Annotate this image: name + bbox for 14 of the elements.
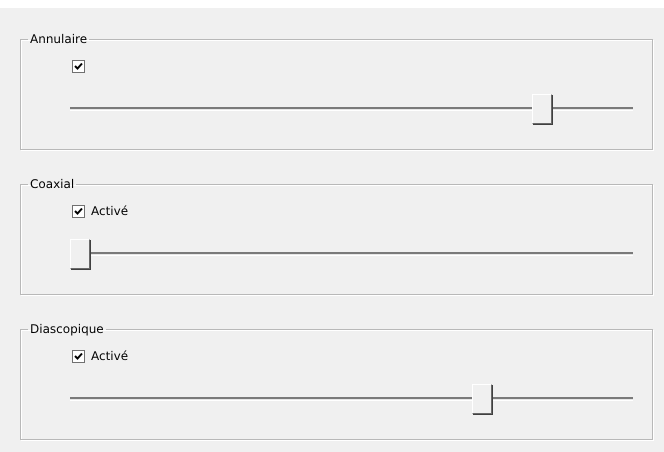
checkbox-label: Activé xyxy=(91,204,128,218)
checkbox[interactable] xyxy=(72,350,85,362)
group-title: Coaxial xyxy=(29,177,76,191)
checkbox[interactable] xyxy=(72,204,85,218)
slider[interactable] xyxy=(70,94,633,124)
slider[interactable] xyxy=(70,384,633,414)
slider-thumb[interactable] xyxy=(70,239,90,269)
slider-thumb[interactable] xyxy=(472,384,492,414)
checkbox[interactable] xyxy=(72,60,85,72)
checkbox-label: Activé xyxy=(91,349,128,363)
group-title: Annulaire xyxy=(29,32,88,46)
slider-thumb[interactable] xyxy=(532,94,552,124)
slider[interactable] xyxy=(70,239,633,269)
group-title: Diascopique xyxy=(29,322,105,336)
